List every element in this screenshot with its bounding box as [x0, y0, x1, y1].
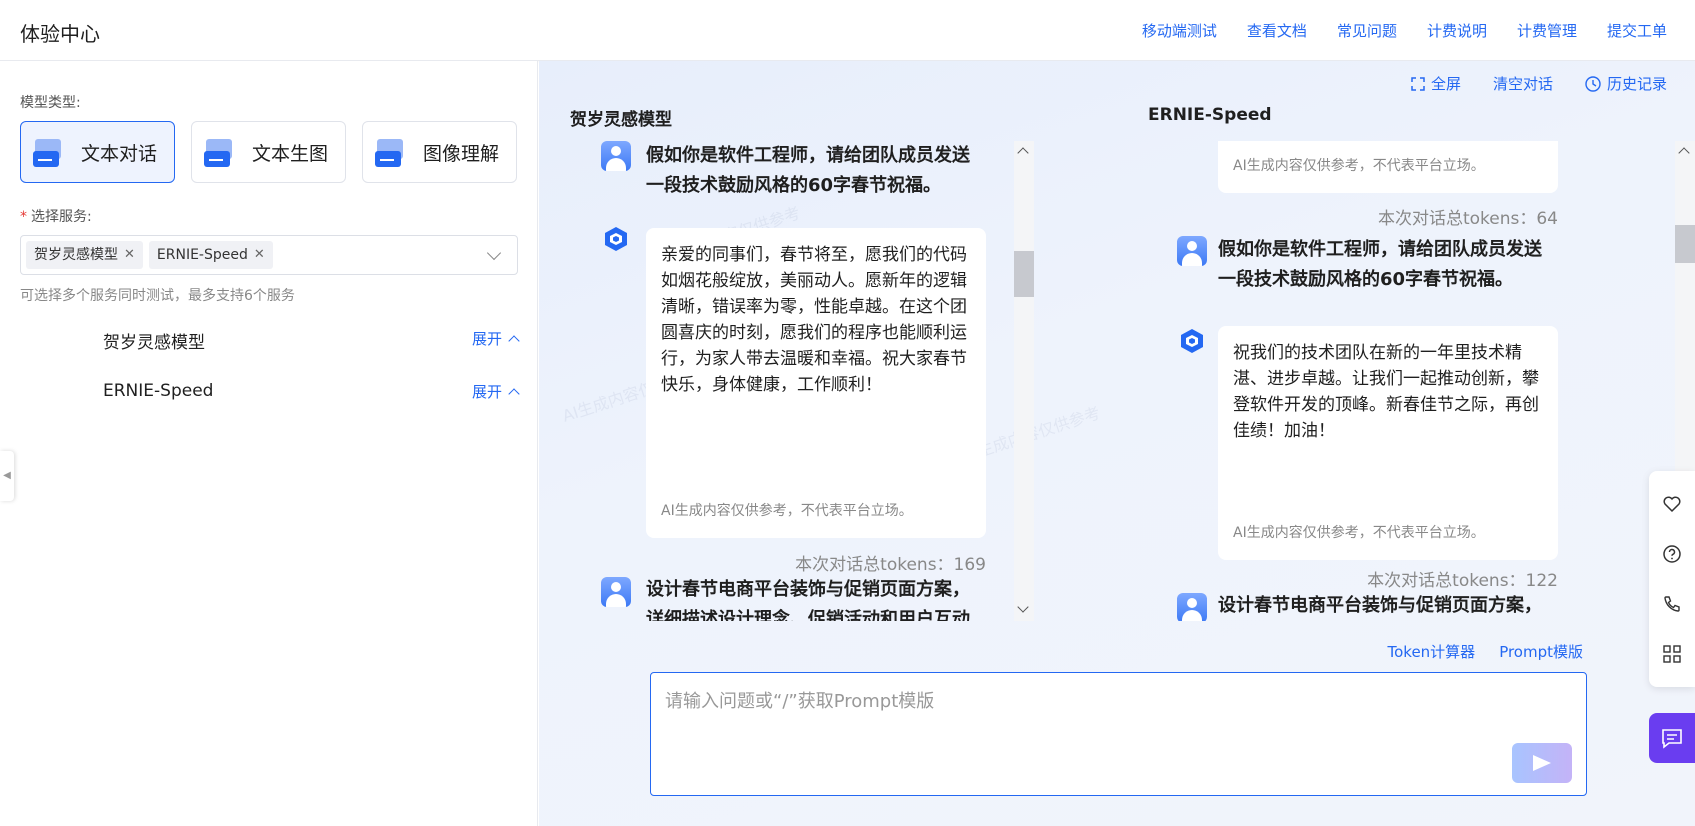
send-button[interactable]	[1512, 743, 1572, 783]
chat-bubble-icon	[1662, 729, 1682, 749]
send-icon	[1533, 755, 1551, 771]
history-button[interactable]: 历史记录	[1585, 73, 1667, 94]
top-header: 体验中心 移动端测试 查看文档 常见问题 计费说明 计费管理 提交工单	[0, 0, 1695, 61]
grid-icon	[1663, 645, 1681, 663]
ai-disclaimer: AI生成内容仅供参考，不代表平台立场。	[661, 503, 913, 519]
bot-avatar-icon	[605, 227, 627, 251]
model-type-label: 模型类型:	[20, 95, 81, 111]
service-tag: 贺岁灵感模型 ✕	[26, 241, 143, 269]
model-type-label-text: 文本生图	[252, 142, 329, 165]
chat-column: AI生成内容仅供参考，不代表平台立场。 本次对话总tokens：64 假如你是软…	[1148, 141, 1648, 621]
user-question: 设计春节电商平台装饰与促销页面方案，详细描述设计理念、促销活动和用户互动元素。	[1218, 595, 1542, 616]
help-button[interactable]	[1661, 543, 1683, 565]
help-icon	[1663, 545, 1681, 563]
apps-button[interactable]	[1661, 643, 1683, 665]
token-count: 本次对话总tokens：169	[795, 555, 986, 575]
text-chat-icon	[33, 137, 63, 167]
chat-area: AI生成内容仅供参考 AI生成内容仅供参考 AI生成内容仅供参考 AI生成内容仅…	[539, 61, 1695, 826]
user-avatar	[1177, 593, 1207, 621]
model-type-label-text: 图像理解	[423, 142, 500, 165]
phone-icon	[1664, 596, 1680, 612]
text-to-image-icon	[204, 137, 234, 167]
model-type-image-understanding[interactable]: 图像理解	[362, 121, 517, 183]
chevron-up-icon	[508, 388, 520, 400]
collapse-panel-handle[interactable]: ◀	[0, 451, 14, 501]
service-row: 贺岁灵感模型 展开	[103, 328, 520, 353]
favorite-button[interactable]	[1661, 493, 1683, 515]
service-label: * 选择服务:	[20, 209, 92, 225]
service-select[interactable]: 贺岁灵感模型 ✕ ERNIE-Speed ✕	[20, 235, 518, 275]
chat-support-button[interactable]	[1649, 713, 1695, 763]
scrollbar[interactable]	[1014, 141, 1034, 621]
nav-mobile-test[interactable]: 移动端测试	[1142, 20, 1217, 41]
token-count: 本次对话总tokens：64	[1377, 209, 1558, 229]
bot-avatar-icon	[1181, 329, 1203, 353]
user-avatar	[601, 141, 631, 171]
service-tag: ERNIE-Speed ✕	[148, 241, 273, 269]
nav-billing-manage[interactable]: 计费管理	[1517, 20, 1577, 41]
model-type-label-text: 文本对话	[81, 142, 158, 165]
token-calculator-link[interactable]: Token计算器	[1388, 641, 1476, 662]
expand-toggle[interactable]: 展开	[472, 381, 520, 402]
input-helper-links: Token计算器 Prompt模版	[1388, 641, 1584, 662]
nav-docs[interactable]: 查看文档	[1247, 20, 1307, 41]
heart-icon	[1663, 496, 1681, 513]
user-avatar	[601, 577, 631, 607]
clear-chat-button[interactable]: 清空对话	[1493, 73, 1553, 94]
fullscreen-icon	[1411, 76, 1425, 91]
model-type-text-to-image[interactable]: 文本生图	[191, 121, 346, 183]
nav-faq[interactable]: 常见问题	[1337, 20, 1397, 41]
side-float-toolbar	[1649, 471, 1695, 687]
model-type-text-chat[interactable]: 文本对话	[20, 121, 175, 183]
user-question: 假如你是软件工程师，请给团队成员发送一段技术鼓励风格的60字春节祝福。	[1218, 239, 1542, 290]
service-row-name: ERNIE-Speed	[103, 381, 214, 401]
service-hint: 可选择多个服务同时测试，最多支持6个服务	[20, 288, 295, 304]
user-question: 假如你是软件工程师，请给团队成员发送一段技术鼓励风格的60字春节祝福。	[646, 145, 970, 196]
bot-answer: AI生成内容仅供参考，不代表平台立场。	[1218, 141, 1558, 193]
fullscreen-button[interactable]: 全屏	[1411, 73, 1461, 94]
clock-icon	[1585, 75, 1601, 92]
prompt-input[interactable]: 请输入问题或“/”获取Prompt模版	[650, 672, 1587, 796]
prompt-placeholder: 请输入问题或“/”获取Prompt模版	[665, 691, 935, 712]
service-row-name: 贺岁灵感模型	[103, 333, 205, 353]
nav-submit-ticket[interactable]: 提交工单	[1607, 20, 1667, 41]
answer-text: 祝我们的技术团队在新的一年里技术精湛、进步卓越。让我们一起推动创新，攀登软件开发…	[1233, 343, 1539, 441]
prompt-template-link[interactable]: Prompt模版	[1499, 641, 1583, 662]
top-nav: 移动端测试 查看文档 常见问题 计费说明 计费管理 提交工单	[1142, 20, 1667, 41]
nav-billing-info[interactable]: 计费说明	[1427, 20, 1487, 41]
panel-title: ERNIE-Speed	[1148, 105, 1272, 125]
close-icon[interactable]: ✕	[124, 241, 135, 269]
answer-text: 亲爱的同事们，春节将至，愿我们的代码如烟花般绽放，美丽动人。愿新年的逻辑清晰，错…	[661, 245, 967, 395]
bot-answer: 亲爱的同事们，春节将至，愿我们的代码如烟花般绽放，美丽动人。愿新年的逻辑清晰，错…	[646, 228, 986, 538]
image-understanding-icon	[375, 137, 405, 167]
panel-title: 贺岁灵感模型	[570, 110, 672, 130]
service-row: ERNIE-Speed 展开	[103, 381, 520, 402]
contact-button[interactable]	[1661, 593, 1683, 615]
close-icon[interactable]: ✕	[254, 241, 265, 269]
chevron-up-icon	[508, 335, 520, 347]
chevron-down-icon[interactable]	[486, 245, 502, 261]
ai-disclaimer: AI生成内容仅供参考，不代表平台立场。	[1233, 158, 1485, 174]
expand-toggle[interactable]: 展开	[472, 328, 520, 349]
user-avatar	[1177, 236, 1207, 266]
token-count: 本次对话总tokens：122	[1367, 571, 1558, 591]
bot-answer: 祝我们的技术团队在新的一年里技术精湛、进步卓越。让我们一起推动创新，攀登软件开发…	[1218, 326, 1558, 560]
chat-toolbar: 全屏 清空对话 历史记录	[1411, 73, 1667, 94]
ai-disclaimer: AI生成内容仅供参考，不代表平台立场。	[1233, 525, 1485, 541]
user-question: 设计春节电商平台装饰与促销页面方案，详细描述设计理念、促销活动和用户互动元素。	[646, 579, 970, 621]
config-panel: 模型类型: 文本对话 文本生图 图像理解 * 选择服务: 贺岁灵感模型 ✕ ERNI…	[0, 61, 538, 826]
page-title: 体验中心	[20, 22, 100, 46]
